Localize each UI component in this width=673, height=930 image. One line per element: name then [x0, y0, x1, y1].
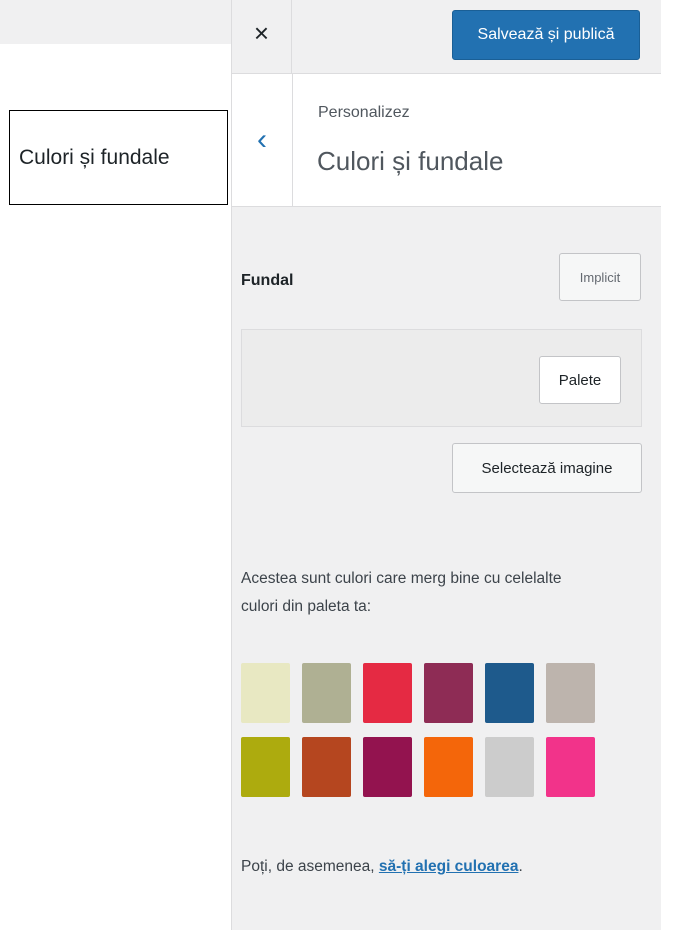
breadcrumb: Personalizez: [318, 104, 410, 121]
color-swatch[interactable]: [424, 663, 473, 723]
footer-note: Poți, de asemenea, să-ți alegi culoarea.: [241, 858, 523, 876]
back-icon[interactable]: ‹: [232, 74, 293, 206]
customizer-pane: × Salvează și publică ‹ Personalizez Cul…: [231, 0, 661, 930]
color-swatch[interactable]: [302, 737, 351, 797]
color-swatch[interactable]: [363, 737, 412, 797]
swatch-grid: [241, 663, 601, 797]
save-publish-button[interactable]: Salvează și publică: [452, 10, 640, 60]
color-swatch[interactable]: [485, 663, 534, 723]
section-title: Culori și fundale: [317, 146, 504, 176]
color-swatch[interactable]: [546, 663, 595, 723]
footer-suffix: .: [518, 858, 523, 875]
palettes-button[interactable]: Palete: [539, 356, 621, 404]
color-swatch[interactable]: [424, 737, 473, 797]
close-icon[interactable]: ×: [232, 0, 292, 73]
choose-color-link[interactable]: să-ți alegi culoarea: [379, 858, 519, 875]
color-swatch[interactable]: [241, 663, 290, 723]
highlighted-label-text: Culori și fundale: [19, 145, 170, 169]
top-strip: [0, 0, 232, 44]
select-image-button[interactable]: Selectează imagine: [452, 443, 642, 493]
palette-description: Acestea sunt culori care merg bine cu ce…: [241, 570, 562, 615]
color-swatch[interactable]: [363, 663, 412, 723]
color-swatch[interactable]: [546, 737, 595, 797]
highlighted-label: Culori și fundale: [9, 110, 228, 205]
section-header: ‹ Personalizez Culori și fundale: [232, 74, 661, 207]
control-title: Fundal: [241, 272, 294, 289]
customizer-header: × Salvează și publică: [232, 0, 661, 74]
footer-prefix: Poți, de asemenea,: [241, 858, 379, 875]
default-button[interactable]: Implicit: [559, 253, 641, 301]
color-swatch[interactable]: [302, 663, 351, 723]
color-swatch[interactable]: [485, 737, 534, 797]
color-swatch[interactable]: [241, 737, 290, 797]
